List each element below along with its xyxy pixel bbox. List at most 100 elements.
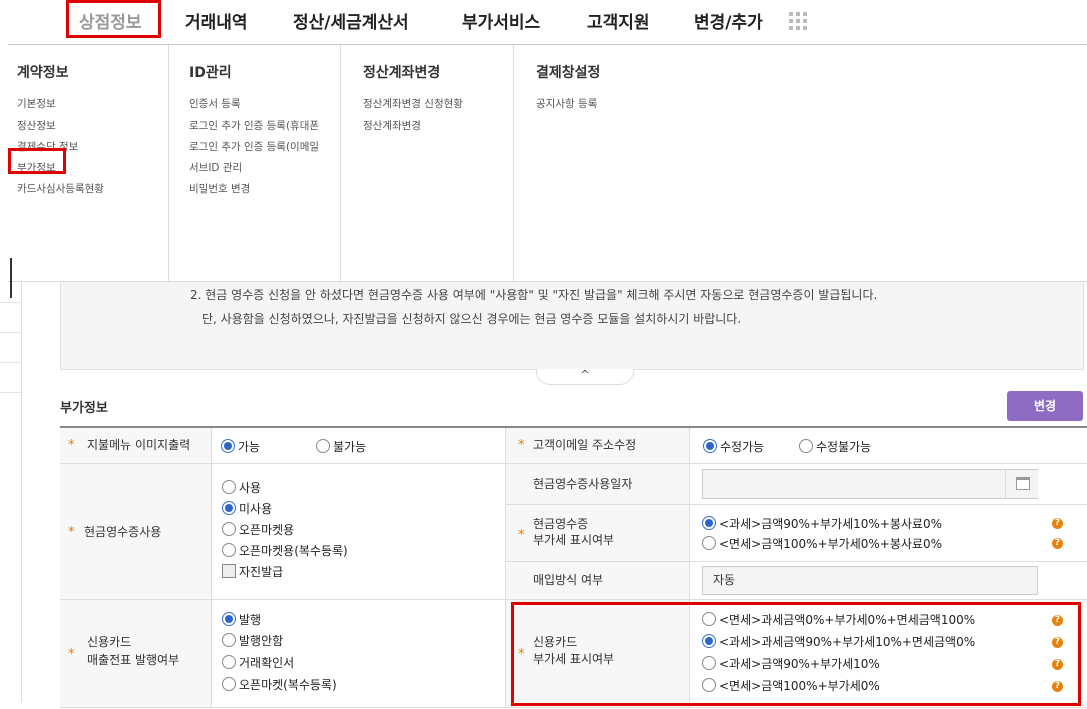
- label-payment-menu-image: * 지불메뉴 이미지출력: [60, 428, 212, 464]
- radio-use[interactable]: 사용: [222, 479, 261, 495]
- radio-label: 불가능: [333, 439, 367, 454]
- help-icon[interactable]: ?: [1052, 518, 1063, 529]
- checkbox-self-issue[interactable]: 자진발급: [222, 563, 283, 579]
- notice-line-2: 단, 사용함을 신청하였으나, 자진발급을 신청하지 않으신 경우에는 현금 영…: [202, 312, 742, 326]
- date-input[interactable]: [702, 469, 1038, 499]
- value-cash-receipt-vat: <과세>금액90%+부가세10%+봉사료0% <면세>금액100%+부가세0%+…: [690, 505, 1087, 562]
- radio-label: 가능: [238, 439, 261, 454]
- radio-icon: [222, 501, 236, 515]
- radio-label: 수정가능: [720, 439, 765, 454]
- value-customer-email: 수정가능 수정불가능: [690, 428, 1087, 464]
- purchase-method-field: 자동: [702, 566, 1038, 595]
- menu-link-login-phone[interactable]: 로그인 추가 인증 등록(휴대폰: [189, 118, 329, 133]
- label-text-1: 현금영수증: [533, 517, 589, 531]
- help-icon[interactable]: ?: [1052, 659, 1063, 670]
- menu-link-card-review[interactable]: 카드사심사등록현황: [17, 181, 104, 196]
- value-cash-receipt-use: 사용 미사용 오픈마켓용 오픈마켓용(복수등록) 자진발급: [212, 464, 505, 600]
- required-star: *: [518, 438, 525, 453]
- help-icon[interactable]: ?: [1052, 681, 1063, 692]
- grid-menu-icon[interactable]: [789, 12, 809, 30]
- radio-label: 미사용: [239, 501, 273, 516]
- left-sidebar: [0, 282, 22, 702]
- radio-open-market-multi[interactable]: 오픈마켓(복수등록): [222, 676, 337, 692]
- required-star: *: [68, 647, 75, 662]
- radio-cash-taxable[interactable]: <과세>금액90%+부가세10%+봉사료0%: [702, 515, 942, 531]
- radio-no-issue[interactable]: 발행안함: [222, 632, 283, 648]
- radio-icon: [222, 543, 236, 557]
- menu-heading-id: ID관리: [189, 65, 232, 81]
- menu-link-settlement-info[interactable]: 정산정보: [17, 118, 56, 133]
- label-card-slip-issue: * 신용카드 매출전표 발행여부: [60, 600, 212, 708]
- menu-col-account: 정산계좌변경 정산계좌변경 신청현황 정산계좌변경: [340, 45, 513, 282]
- radio-label: <면세>금액100%+부가세0%+봉사료0%: [719, 536, 943, 551]
- label-text-1: 신용카드: [533, 635, 578, 649]
- radio-icon: [702, 634, 716, 648]
- radio-not-use[interactable]: 미사용: [222, 500, 272, 516]
- label-cash-receipt-use: * 현금영수증사용: [60, 464, 212, 600]
- mega-menu: 계약정보 기본정보 정산정보 결제수단 정보 부가정보 카드사심사등록현황 ID…: [8, 44, 1087, 282]
- radio-icon: [221, 439, 235, 453]
- radio-open-market[interactable]: 오픈마켓용: [222, 521, 294, 537]
- radio-possible[interactable]: 가능: [221, 438, 260, 454]
- section-title: 부가정보: [60, 401, 108, 416]
- help-icon[interactable]: ?: [1052, 538, 1063, 549]
- radio-editable[interactable]: 수정가능: [703, 438, 764, 454]
- nav-customer-support[interactable]: 고객지원: [587, 8, 650, 33]
- label-purchase-method: 매입방식 여부: [505, 562, 690, 600]
- value-card-slip-issue: 발행 발행안함 거래확인서 오픈마켓(복수등록): [212, 600, 505, 708]
- menu-link-notice[interactable]: 공지사항 등록: [536, 96, 597, 111]
- radio-issue[interactable]: 발행: [222, 611, 261, 627]
- menu-link-account-status[interactable]: 정산계좌변경 신청현황: [363, 96, 463, 111]
- help-icon[interactable]: ?: [1052, 637, 1063, 648]
- radio-card-taxable[interactable]: <과세>금액90%+부가세10%: [702, 655, 880, 671]
- checkbox-label: 자진발급: [239, 564, 284, 579]
- menu-link-basic-info[interactable]: 기본정보: [17, 96, 56, 111]
- label-text-1: 신용카드: [87, 635, 132, 649]
- menu-link-sub-id[interactable]: 서브ID 관리: [189, 160, 242, 175]
- nav-addon-services[interactable]: 부가서비스: [462, 8, 540, 33]
- menu-link-password[interactable]: 비밀번호 변경: [189, 181, 250, 196]
- menu-link-cert[interactable]: 인증서 등록: [189, 96, 241, 111]
- label-text: 현금영수증사용: [84, 525, 162, 539]
- menu-link-addon-info[interactable]: 부가정보: [17, 160, 56, 175]
- calendar-icon[interactable]: [1005, 470, 1038, 498]
- required-star: *: [518, 528, 525, 543]
- radio-icon: [222, 655, 236, 669]
- radio-not-editable[interactable]: 수정불가능: [799, 438, 871, 454]
- nav-settlement-tax[interactable]: 정산/세금계산서: [293, 8, 409, 33]
- radio-label: 오픈마켓용: [239, 522, 295, 537]
- radio-impossible[interactable]: 불가능: [316, 438, 366, 454]
- help-icon[interactable]: ?: [1052, 615, 1063, 626]
- chevron-up-icon: ^: [580, 368, 590, 381]
- radio-cash-exempt[interactable]: <면세>금액100%+부가세0%+봉사료0%: [702, 535, 942, 551]
- nav-store-info[interactable]: 상점정보: [79, 8, 142, 33]
- radio-card-exempt[interactable]: <면세>금액100%+부가세0%: [702, 677, 880, 693]
- menu-heading-payment-window: 결제창설정: [536, 65, 601, 81]
- menu-link-login-email[interactable]: 로그인 추가 인증 등록(이메일: [189, 139, 329, 154]
- change-button[interactable]: 변경: [1007, 391, 1083, 421]
- radio-icon: [799, 439, 813, 453]
- radio-confirmation[interactable]: 거래확인서: [222, 654, 294, 670]
- radio-label: 사용: [239, 480, 262, 495]
- value-purchase-method: 자동: [690, 562, 1087, 600]
- menu-link-account-change[interactable]: 정산계좌변경: [363, 118, 421, 133]
- label-text: 현금영수증사용일자: [533, 477, 633, 491]
- menu-link-payment-method[interactable]: 결제수단 정보: [17, 139, 78, 154]
- radio-card-taxable-full[interactable]: <과세>과세금액90%+부가세10%+면세금액0%: [702, 633, 975, 649]
- label-text: 지불메뉴 이미지출력: [87, 438, 191, 452]
- radio-icon: [702, 656, 716, 670]
- nav-change-add[interactable]: 변경/추가: [694, 8, 763, 33]
- radio-card-exempt-full[interactable]: <면세>과세금액0%+부가세0%+면세금액100%: [702, 611, 975, 627]
- required-star: *: [68, 438, 75, 453]
- radio-label: <과세>금액90%+부가세10%+봉사료0%: [719, 516, 943, 531]
- collapse-toggle[interactable]: ^: [536, 369, 634, 385]
- radio-label: 발행: [239, 612, 262, 627]
- label-cash-receipt-date: 현금영수증사용일자: [505, 464, 690, 505]
- menu-heading-account: 정산계좌변경: [363, 65, 441, 81]
- value-cash-receipt-date: [690, 464, 1087, 505]
- required-star: *: [518, 647, 525, 662]
- nav-transactions[interactable]: 거래내역: [185, 8, 248, 33]
- notice-line-1: 2. 현금 영수증 신청을 안 하셨다면 현금영수증 사용 여부에 "사용함" …: [190, 288, 878, 302]
- radio-open-market-multi[interactable]: 오픈마켓용(복수등록): [222, 542, 348, 558]
- menu-col-payment-window: 결제창설정 공지사항 등록: [513, 45, 713, 282]
